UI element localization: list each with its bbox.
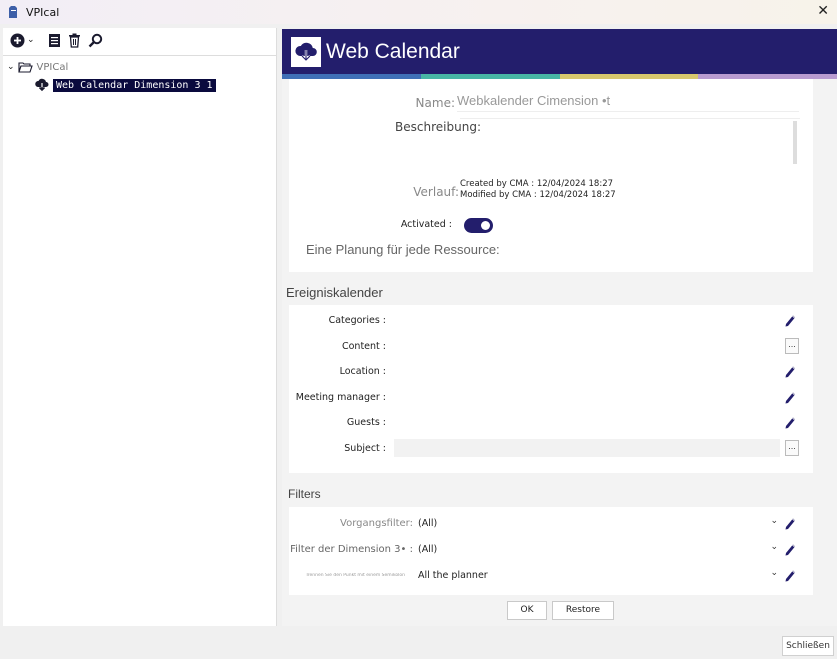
plus-circle-icon (10, 33, 25, 47)
pencil-icon[interactable] (783, 415, 797, 429)
subject-input[interactable] (394, 439, 780, 457)
tree-node-web-calendar[interactable]: Web Calendar Dimension 3 1 (3, 76, 277, 94)
planning-label: Eine Planung für jede Ressource: (306, 242, 500, 257)
tree-node-web-calendar-label: Web Calendar Dimension 3 1 (53, 78, 216, 92)
expander-icon[interactable]: ⌄ (7, 62, 15, 72)
event-field-label: Content : (341, 340, 386, 352)
app-icon (9, 6, 17, 18)
calendar-tree: ⌄ VPICal Web Calendar Dimension 3 1 (3, 55, 277, 94)
tree-node-root[interactable]: ⌄ VPICal (3, 58, 277, 76)
pencil-icon[interactable] (783, 542, 797, 556)
add-button[interactable]: ⌄ (10, 33, 35, 48)
window-close-button[interactable]: ✕ (817, 3, 829, 19)
name-field[interactable]: Webkalender Cimension •t (457, 91, 799, 112)
activated-label: Activated : (400, 219, 452, 230)
tree-node-root-label: VPICal (36, 61, 69, 73)
history-text: Created by CMA : 12/04/2024 18:27 Modifi… (460, 179, 616, 201)
close-button[interactable]: Schließen (782, 636, 834, 656)
modified-info: Modified by CMA : 12/04/2024 18:27 (460, 190, 616, 200)
chevron-down-icon: ⌄ (770, 516, 778, 526)
trash-icon (68, 33, 80, 48)
pencil-icon[interactable] (783, 568, 797, 582)
filter-label: Vorgangsfilter: (340, 518, 413, 529)
cloud-download-icon (295, 42, 317, 62)
event-field-label: Location : (339, 366, 386, 378)
event-field-label: Meeting manager : (295, 391, 386, 403)
toggle-knob (481, 221, 490, 230)
detail-header: Web Calendar (282, 29, 837, 74)
event-field-label: Guests : (346, 417, 386, 429)
events-section-title: Ereigniskalender (286, 285, 383, 300)
filter-select-value: (All) (418, 518, 438, 529)
ellipsis-button[interactable]: ... (785, 440, 799, 456)
window-titlebar: VPIcal ✕ (0, 0, 837, 24)
pencil-icon[interactable] (783, 313, 797, 327)
web-calendar-logo (291, 36, 321, 67)
pencil-icon[interactable] (783, 364, 797, 378)
filter-label: Filter der Dimension 3• : (290, 544, 413, 555)
created-info: Created by CMA : 12/04/2024 18:27 (460, 179, 614, 189)
events-card: Categories : Content :... Location : Meetin… (289, 305, 813, 473)
window-title: VPIcal (26, 5, 60, 19)
filters-section-title: Filters (288, 487, 321, 501)
description-textarea[interactable] (460, 118, 800, 164)
general-card: Name: Webkalender Cimension •t Beschreib… (289, 79, 813, 272)
textarea-scrollbar[interactable] (793, 121, 797, 164)
filters-card: Vorgangsfilter: (All) ⌄ Filter der Dimensio… (289, 507, 813, 595)
detail-pane: Web Calendar Name: Webkalender Cimension… (282, 29, 837, 626)
folder-open-icon (17, 62, 33, 73)
pencil-icon[interactable] (783, 390, 797, 404)
event-field-label: Subject : (344, 443, 386, 454)
filter-select[interactable]: (All) ⌄ (418, 542, 778, 558)
chevron-down-icon: ⌄ (27, 35, 35, 45)
ellipsis-button[interactable]: ... (785, 337, 799, 354)
history-label: Verlauf: (413, 185, 459, 199)
filter-select-value: (All) (418, 544, 438, 555)
restore-button[interactable]: Restore (552, 601, 614, 620)
search-button[interactable] (88, 33, 103, 48)
search-icon (88, 33, 102, 47)
list-icon (48, 33, 60, 47)
filter-select[interactable]: (All) ⌄ (418, 516, 778, 532)
properties-button[interactable] (48, 33, 61, 48)
name-label: Name: (415, 96, 455, 110)
filter-select-value: All the planner (418, 570, 488, 581)
ok-button[interactable]: OK (507, 601, 547, 620)
navigation-pane: ⌄ ⌄ VPICal Web Calendar Dimension 3 1 (3, 28, 277, 626)
filter-label: Trennen Sie den Punkt mit einem Semikolo… (305, 573, 405, 578)
filter-select[interactable]: All the planner ⌄ (418, 568, 778, 584)
page-title: Web Calendar (326, 39, 460, 63)
pencil-icon[interactable] (783, 516, 797, 530)
delete-button[interactable] (68, 33, 81, 48)
name-value: Webkalender Cimension •t (457, 93, 611, 108)
cloud-download-icon (35, 78, 49, 92)
event-field-label: Categories : (328, 315, 386, 326)
chevron-down-icon: ⌄ (770, 568, 778, 578)
tree-toolbar: ⌄ (3, 28, 276, 52)
activated-toggle[interactable] (464, 218, 493, 233)
chevron-down-icon: ⌄ (770, 542, 778, 552)
